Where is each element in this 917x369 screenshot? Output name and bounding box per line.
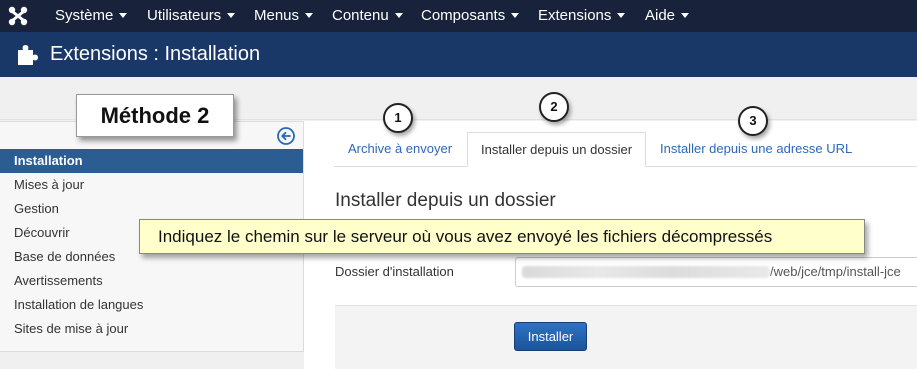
step-1-marker: 1 (383, 103, 413, 133)
caret-down-icon (394, 12, 403, 18)
instruction-callout: Indiquez le chemin sur le serveur où vou… (139, 219, 865, 254)
page-title: Extensions : Installation (50, 43, 261, 65)
caret-down-icon (305, 12, 314, 18)
nav-menu-utilisateurs[interactable]: Utilisateurs (147, 0, 236, 32)
collapse-sidebar-icon[interactable] (276, 126, 296, 146)
caret-down-icon (681, 12, 690, 18)
caret-down-icon (119, 12, 128, 18)
tab-installer-depuis-url[interactable]: Installer depuis une adresse URL (647, 132, 865, 167)
method-label: Méthode 2 (76, 94, 234, 137)
nav-menu-extensions[interactable]: Extensions (538, 0, 626, 32)
sidebar-item-gestion[interactable]: Gestion (0, 197, 303, 221)
puzzle-icon (18, 45, 38, 65)
sidebar-item-avertissements[interactable]: Avertissements (0, 269, 303, 293)
install-directory-input[interactable]: /web/jce/tmp/install-jce (515, 257, 917, 287)
joomla-logo-icon[interactable] (6, 4, 30, 28)
caret-down-icon (617, 12, 626, 18)
install-directory-value: /web/jce/tmp/install-jce (770, 264, 901, 279)
redacted-path (522, 265, 770, 278)
nav-menu-systeme[interactable]: Système (55, 0, 128, 32)
section-title: Installer depuis un dossier (335, 190, 556, 211)
install-directory-label: Dossier d'installation (335, 264, 454, 279)
sidebar-item-installation-de-langues[interactable]: Installation de langues (0, 293, 303, 317)
caret-down-icon (511, 12, 520, 18)
install-button[interactable]: Installer (514, 322, 587, 351)
step-3-marker: 3 (738, 106, 768, 136)
tab-archive-a-envoyer[interactable]: Archive à envoyer (335, 132, 465, 167)
caret-down-icon (227, 12, 236, 18)
nav-menu-aide[interactable]: Aide (645, 0, 690, 32)
nav-menu-composants[interactable]: Composants (421, 0, 520, 32)
form-actions: Installer (335, 305, 917, 369)
page-header: Extensions : Installation (0, 32, 917, 77)
nav-menu-contenu[interactable]: Contenu (332, 0, 403, 32)
step-2-marker: 2 (539, 92, 569, 122)
sidebar-item-mises-a-jour[interactable]: Mises à jour (0, 173, 303, 197)
top-navbar: Système Utilisateurs Menus Contenu Compo… (0, 0, 917, 32)
tab-installer-depuis-un-dossier[interactable]: Installer depuis un dossier (467, 132, 647, 167)
sidebar-item-installation[interactable]: Installation (0, 149, 303, 173)
sidebar-item-sites-de-mise-a-jour[interactable]: Sites de mise à jour (0, 317, 303, 341)
nav-menu-menus[interactable]: Menus (254, 0, 314, 32)
